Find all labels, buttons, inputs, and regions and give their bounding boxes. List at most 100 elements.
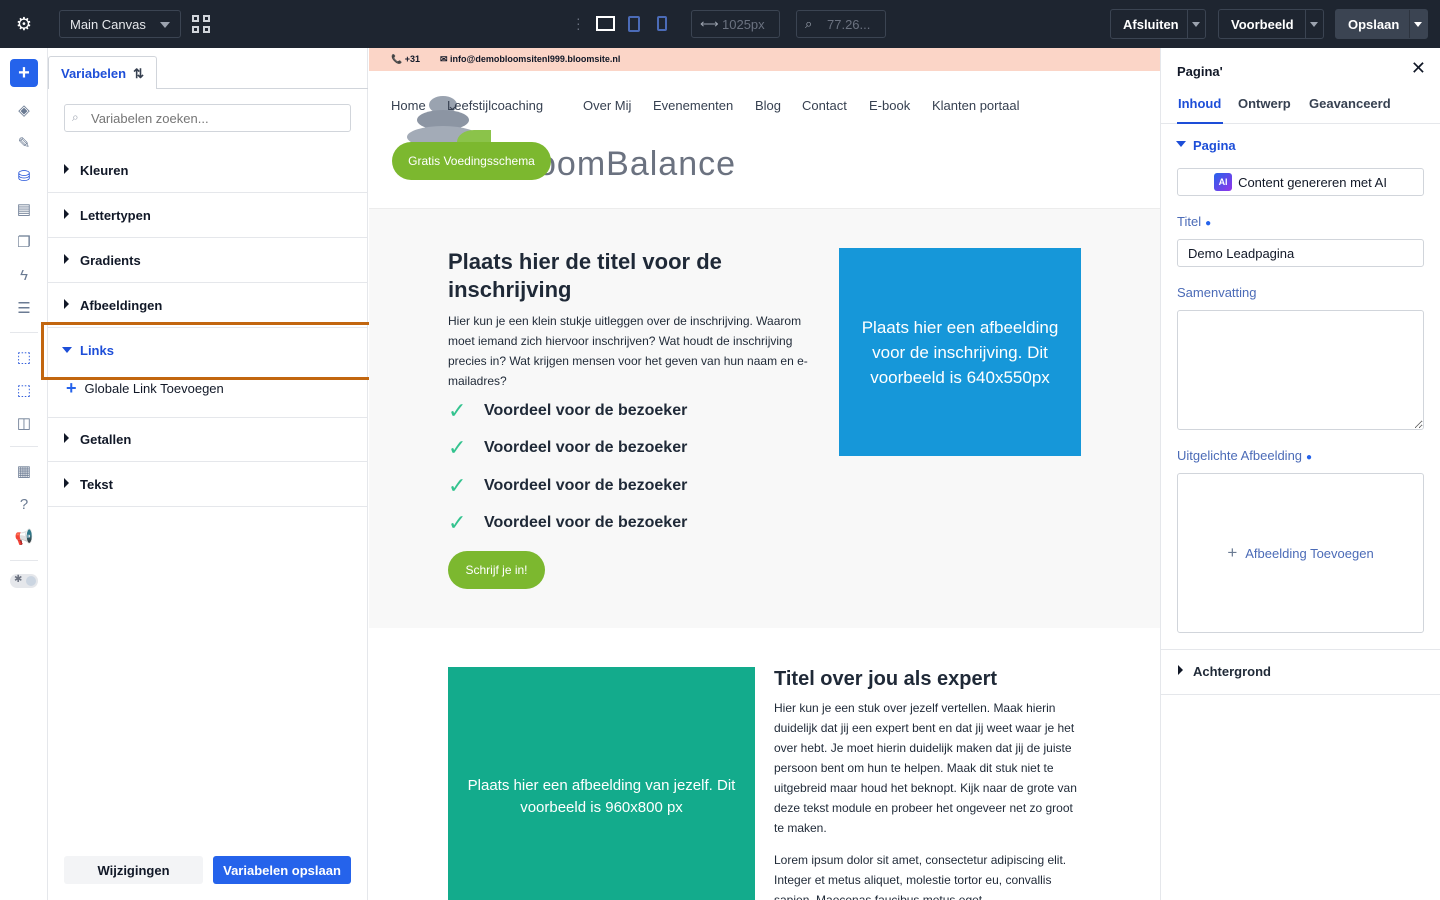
nav-item[interactable]: Klanten portaal: [932, 98, 1019, 113]
canvas-select[interactable]: Main Canvas: [59, 10, 181, 38]
tab-geavanceerd[interactable]: Geavanceerd: [1309, 96, 1391, 111]
sort-arrows-icon[interactable]: ⇅: [133, 66, 144, 82]
preview-button-label: Voorbeeld: [1231, 16, 1294, 32]
summary-label: Samenvatting: [1177, 285, 1257, 300]
contact-strip: 📞 +31 ✉ info@demobloomsitenl999.bloomsit…: [369, 48, 1160, 71]
benefit-item: ✓ Voordeel voor de bezoeker: [448, 510, 688, 535]
mobile-view-icon[interactable]: [657, 16, 667, 31]
nav-item[interactable]: Contact: [802, 98, 847, 113]
caret-right-icon: [64, 433, 69, 443]
tab-variables[interactable]: Variabelen ⇅: [48, 56, 157, 89]
section-label: Lettertypen: [80, 207, 151, 223]
preview-button[interactable]: Voorbeeld: [1218, 9, 1324, 39]
preview-template-icon[interactable]: ◫: [12, 411, 36, 435]
save-variables-button[interactable]: Variabelen opslaan: [213, 856, 351, 884]
panel-tabs: Inhoud Ontwerp Geavanceerd: [1161, 88, 1440, 124]
page-canvas[interactable]: 📞 +31 ✉ info@demobloomsitenl999.bloomsit…: [369, 48, 1160, 900]
add-image-label: Afbeelding Toevoegen: [1245, 545, 1374, 561]
section-pagina[interactable]: Pagina: [1176, 138, 1236, 153]
close-dropdown-toggle[interactable]: [1187, 10, 1205, 38]
nav-item[interactable]: E-book: [869, 98, 910, 113]
zoom-field[interactable]: ⌕ 77.26...: [796, 10, 886, 38]
title-label: Titel ●: [1177, 214, 1212, 229]
highlight-box: [41, 322, 375, 380]
save-dropdown-toggle[interactable]: [1409, 10, 1427, 38]
plus-icon: +: [66, 378, 77, 398]
email-text: ✉ info@demobloomsitenl999.bloomsite.nl: [440, 54, 621, 64]
check-icon: ✓: [448, 398, 467, 423]
save-button[interactable]: Opslaan: [1335, 9, 1428, 39]
nav-item[interactable]: Leefstijlcoaching ⌄: [447, 98, 543, 114]
layout-grid-icon[interactable]: [192, 15, 210, 33]
form-icon[interactable]: ▤: [12, 197, 36, 221]
left-icon-rail: + ◈ ✎ ⛁ ▤ ❐ ϟ ☰ ⬚ ⬚ ◫ ▦ ? 📢 ✱: [0, 48, 48, 900]
add-global-link-button[interactable]: + Globale Link Toevoegen: [66, 378, 224, 399]
changes-button[interactable]: Wijzigingen: [64, 856, 203, 884]
ai-button-label: Content genereren met AI: [1238, 174, 1387, 190]
templates-icon[interactable]: ▦: [12, 459, 36, 483]
sun-icon: ✱: [14, 574, 23, 585]
pages-icon[interactable]: ❐: [12, 230, 36, 254]
caret-right-icon: [64, 164, 69, 174]
variables-search-input[interactable]: [64, 104, 351, 132]
section-tekst[interactable]: Tekst: [48, 462, 368, 507]
section-label: Gradients: [80, 252, 141, 268]
close-icon[interactable]: ✕: [1411, 58, 1426, 79]
section-achtergrond[interactable]: Achtergrond: [1178, 664, 1271, 679]
section-gradients[interactable]: Gradients: [48, 238, 368, 283]
section-kleuren[interactable]: Kleuren: [48, 148, 368, 193]
announcement-megaphone-icon[interactable]: 📢: [12, 525, 36, 549]
tab-inhoud[interactable]: Inhoud: [1178, 96, 1221, 111]
nav-item[interactable]: Evenementen: [653, 98, 733, 113]
zoom-value: 77.26...: [827, 16, 871, 32]
style-brush-icon[interactable]: ✎: [12, 131, 36, 155]
caret-right-icon: [64, 478, 69, 488]
layers-icon[interactable]: ◈: [12, 98, 36, 122]
expert-image-placeholder: Plaats hier een afbeelding van jezelf. D…: [448, 667, 755, 900]
lightning-icon[interactable]: ϟ: [12, 263, 36, 287]
variables-panel: Variabelen ⇅ ⌕ Kleuren Lettertypen Gradi…: [41, 48, 375, 900]
add-element-icon[interactable]: +: [10, 59, 38, 87]
ai-icon: AI: [1214, 173, 1233, 191]
section-getallen[interactable]: Getallen: [48, 417, 368, 462]
theme-toggle[interactable]: ✱: [10, 574, 38, 588]
canvas-width-field[interactable]: ⟷ 1025px: [691, 10, 780, 38]
title-input[interactable]: [1177, 239, 1424, 267]
rail-divider: [10, 560, 38, 561]
expert-text: Hier kun je een stuk over jezelf vertell…: [774, 701, 1077, 835]
desktop-view-icon[interactable]: [596, 16, 615, 31]
generate-ai-content-button[interactable]: AI Content genereren met AI: [1177, 168, 1424, 196]
cta-button[interactable]: Gratis Voedingsschema: [392, 142, 551, 180]
select-parent-icon[interactable]: ⬚: [12, 378, 36, 402]
nav-item[interactable]: Over Mij: [583, 98, 631, 113]
section-lettertypen[interactable]: Lettertypen: [48, 193, 368, 238]
tab-ontwerp[interactable]: Ontwerp: [1238, 96, 1291, 111]
list-settings-icon[interactable]: ☰: [12, 296, 36, 320]
tablet-view-icon[interactable]: [628, 16, 640, 32]
help-icon[interactable]: ?: [12, 492, 36, 516]
caret-right-icon: [64, 254, 69, 264]
preview-dropdown-toggle[interactable]: [1305, 10, 1323, 38]
nav-item[interactable]: Home: [391, 98, 426, 113]
caret-down-icon: [1176, 141, 1186, 147]
signup-button[interactable]: Schrijf je in!: [448, 551, 545, 589]
tab-variables-label: Variabelen: [61, 65, 127, 81]
settings-gear-icon[interactable]: ⚙: [0, 0, 48, 48]
logo-text: oomBalance: [537, 145, 737, 183]
check-icon: ✓: [448, 435, 467, 460]
drag-handle-icon[interactable]: · · ·: [576, 11, 581, 35]
featured-image-dropzone[interactable]: + Afbeelding Toevoegen: [1177, 473, 1424, 633]
signup-image-placeholder: Plaats hier een afbeelding voor de insch…: [839, 248, 1081, 456]
nav-item[interactable]: Blog: [755, 98, 781, 113]
plus-icon: +: [1227, 543, 1238, 562]
expert-title: Titel over jou als expert: [774, 668, 998, 690]
select-element-icon[interactable]: ⬚: [12, 345, 36, 369]
expert-text-lorem: Lorem ipsum dolor sit amet, consectetur …: [774, 853, 1067, 900]
database-variables-icon[interactable]: ⛁: [12, 164, 36, 188]
caret-right-icon: [64, 209, 69, 219]
close-button[interactable]: Afsluiten: [1110, 9, 1206, 39]
benefit-item: ✓ Voordeel voor de bezoeker: [448, 473, 688, 498]
rail-divider: [10, 446, 38, 447]
section-label: Kleuren: [80, 162, 129, 178]
summary-textarea[interactable]: [1177, 310, 1424, 430]
